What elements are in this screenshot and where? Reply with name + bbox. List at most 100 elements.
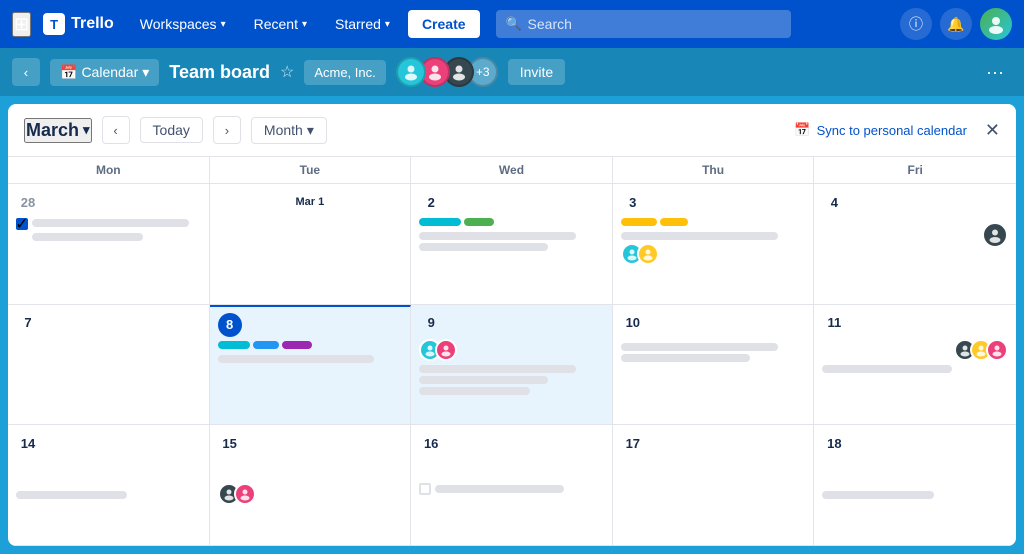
card-text-14 <box>435 485 564 493</box>
recent-chevron: ▾ <box>302 19 307 30</box>
cell-fri-4[interactable]: 4 <box>814 184 1016 305</box>
card-text-4 <box>419 243 548 251</box>
card-row-chips <box>419 218 604 229</box>
card-text-7 <box>419 365 576 373</box>
calendar-header: Mon Tue Wed Thu Fri <box>8 157 1016 184</box>
cell-wed-9[interactable]: 9 <box>411 305 613 426</box>
workspaces-menu[interactable]: Workspaces ▾ <box>130 10 236 38</box>
cell-wed-2[interactable]: 2 <box>411 184 613 305</box>
search-input[interactable] <box>496 10 791 38</box>
chip-yellow-2 <box>660 218 688 226</box>
nav-right: ⓘ 🔔 <box>900 8 1012 40</box>
month-selector[interactable]: March ▾ <box>24 118 92 143</box>
checkbox-empty <box>419 483 431 495</box>
sync-calendar-button[interactable]: 📅 Sync to personal calendar <box>794 122 967 138</box>
card-text-1 <box>32 219 189 227</box>
cell-tue-8[interactable]: 8 <box>210 305 412 426</box>
more-options-button[interactable]: ··· <box>978 58 1012 87</box>
workspaces-chevron: ▾ <box>221 19 226 30</box>
header-tue: Tue <box>210 157 412 183</box>
cell-fri-11[interactable]: 11 <box>814 305 1016 426</box>
month-chevron: ▾ <box>83 122 90 138</box>
chip-row-thu3 <box>621 218 806 229</box>
trello-logo[interactable]: T Trello <box>43 13 114 35</box>
cell-tue-15[interactable]: 15 <box>210 425 412 546</box>
chip-cyan-1 <box>419 218 461 226</box>
card-text-6 <box>218 355 375 363</box>
date-3: 3 <box>621 190 645 214</box>
mini-avatars-tue15 <box>218 483 403 505</box>
trello-wordmark: Trello <box>71 15 114 33</box>
cell-thu-3[interactable]: 3 <box>613 184 815 305</box>
date-10: 10 <box>621 311 645 335</box>
board-title: Team board <box>169 62 270 83</box>
calendar-container: March ▾ ‹ Today › Month ▾ 📅 Sync to pers… <box>8 104 1016 546</box>
board-navigation: ‹ 📅 Calendar ▾ Team board ☆ Acme, Inc. +… <box>0 48 1024 96</box>
notifications-button[interactable]: 🔔 <box>940 8 972 40</box>
mini-avatars-thu3 <box>621 243 806 265</box>
header-fri: Fri <box>814 157 1016 183</box>
card-check-row-16 <box>419 483 604 495</box>
member-avatar-1[interactable] <box>396 57 426 87</box>
date-16: 16 <box>419 431 443 455</box>
sync-icon: 📅 <box>794 122 810 138</box>
recent-menu[interactable]: Recent ▾ <box>244 10 317 38</box>
cell-mon-7[interactable]: 7 <box>8 305 210 426</box>
card-text-12 <box>822 365 952 373</box>
next-month-button[interactable]: › <box>213 116 241 144</box>
chip-cyan-2 <box>218 341 250 349</box>
prev-month-button[interactable]: ‹ <box>102 116 130 144</box>
sidebar-toggle[interactable]: ‹ <box>12 58 40 86</box>
card-text-11 <box>621 354 750 362</box>
cell-wed-16[interactable]: 16 <box>411 425 613 546</box>
cell-fri-18[interactable]: 18 <box>814 425 1016 546</box>
calendar-grid: Mon Tue Wed Thu Fri 28 ✓ Mar 1 <box>8 157 1016 546</box>
date-15: 15 <box>218 431 242 455</box>
calendar-toolbar: March ▾ ‹ Today › Month ▾ 📅 Sync to pers… <box>8 104 1016 157</box>
trello-logo-box: T <box>43 13 65 35</box>
create-button[interactable]: Create <box>408 10 480 38</box>
month-view-toggle[interactable]: Month ▾ <box>251 117 327 144</box>
mini-avatar-fri4 <box>982 222 1008 248</box>
chip-row-tue8 <box>218 341 403 352</box>
card-text-13 <box>16 491 127 499</box>
mini-avatars-fri4 <box>822 222 1008 248</box>
header-thu: Thu <box>613 157 815 183</box>
date-2: 2 <box>419 190 443 214</box>
info-button[interactable]: ⓘ <box>900 8 932 40</box>
view-chevron: ▾ <box>142 64 149 81</box>
starred-menu[interactable]: Starred ▾ <box>325 10 400 38</box>
grid-icon[interactable]: ⊞ <box>12 12 31 37</box>
cell-thu-10[interactable]: 10 <box>613 305 815 426</box>
date-11: 11 <box>822 311 846 335</box>
card-text-8 <box>419 376 548 384</box>
today-button[interactable]: Today <box>140 117 203 143</box>
chip-blue-1 <box>253 341 279 349</box>
card-text-5 <box>621 232 778 240</box>
card-text-3 <box>419 232 576 240</box>
checkbox-checked: ✓ <box>16 218 28 230</box>
header-wed: Wed <box>411 157 613 183</box>
view-selector[interactable]: 📅 Calendar ▾ <box>50 59 159 86</box>
chip-purple-1 <box>282 341 312 349</box>
invite-button[interactable]: Invite <box>508 59 565 85</box>
cell-thu-17[interactable]: 17 <box>613 425 815 546</box>
cell-tue-mar1[interactable]: Mar 1 <box>210 184 412 305</box>
top-navigation: ⊞ T Trello Workspaces ▾ Recent ▾ Starred… <box>0 0 1024 48</box>
cell-mon-14[interactable]: 14 <box>8 425 210 546</box>
close-calendar-button[interactable]: ✕ <box>985 120 1000 141</box>
card-text-9 <box>419 387 530 395</box>
workspace-badge[interactable]: Acme, Inc. <box>304 60 385 85</box>
user-avatar[interactable] <box>980 8 1012 40</box>
date-18: 18 <box>822 431 846 455</box>
mini-avatars-wed9 <box>419 339 604 361</box>
date-17: 17 <box>621 431 645 455</box>
card-text-15 <box>822 491 933 499</box>
date-8: 8 <box>218 313 242 337</box>
star-button[interactable]: ☆ <box>280 62 294 82</box>
mini-avatars-fri11 <box>822 339 1008 361</box>
date-28: 28 <box>16 190 40 214</box>
date-mar1: Mar 1 <box>218 190 403 214</box>
search-wrapper: 🔍 <box>496 10 791 38</box>
cell-mon-28[interactable]: 28 ✓ <box>8 184 210 305</box>
